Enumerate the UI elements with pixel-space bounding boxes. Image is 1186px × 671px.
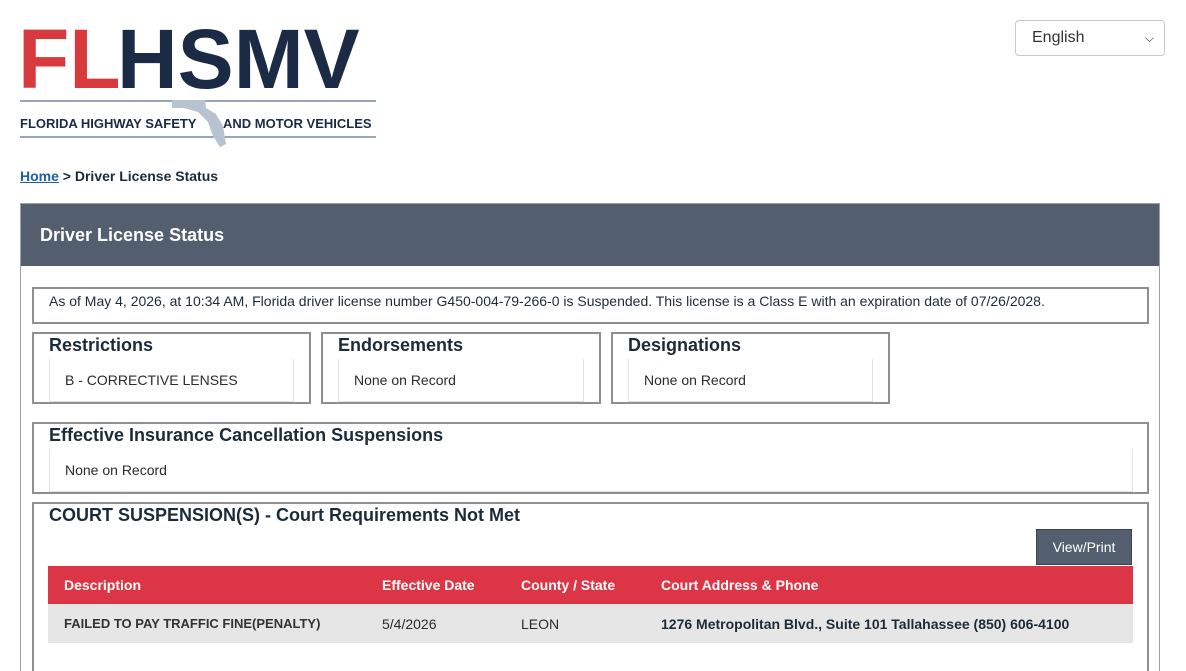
column-header-court-address: Court Address & Phone (661, 577, 819, 593)
chevron-down-icon: ⌵ (1144, 30, 1154, 45)
column-header-description: Description (64, 577, 142, 593)
endorsements-value: None on Record (338, 359, 584, 402)
language-value: English (1032, 29, 1085, 46)
endorsements-card: Endorsements None on Record (321, 332, 601, 404)
column-header-effective-date: Effective Date (382, 577, 475, 593)
svg-text:AND MOTOR VEHICLES: AND MOTOR VEHICLES (223, 116, 372, 131)
designations-title: Designations (628, 335, 742, 355)
table-header: Description Effective Date County / Stat… (48, 566, 1133, 604)
court-suspensions-table: Description Effective Date County / Stat… (48, 566, 1133, 643)
restrictions-title: Restrictions (49, 335, 154, 355)
language-select[interactable]: English ⌵ (1015, 20, 1165, 56)
svg-text:FLORIDA HIGHWAY SAFETY: FLORIDA HIGHWAY SAFETY (20, 116, 197, 131)
insurance-suspensions-value: None on Record (49, 449, 1133, 492)
breadcrumb: Home > Driver License Status (20, 168, 218, 184)
row-description: FAILED TO PAY TRAFFIC FINE(PENALTY) (64, 616, 321, 631)
row-county: LEON (521, 615, 560, 632)
endorsements-title: Endorsements (338, 335, 464, 355)
breadcrumb-home-link[interactable]: Home (20, 168, 59, 184)
breadcrumb-separator: > (62, 168, 71, 184)
designations-value: None on Record (628, 359, 873, 402)
court-suspensions-title: COURT SUSPENSION(S) - Court Requirements… (49, 505, 521, 525)
designations-card: Designations None on Record (611, 332, 890, 404)
breadcrumb-current: Driver License Status (74, 168, 219, 184)
panel-title: Driver License Status (21, 204, 1159, 266)
restrictions-value: B - CORRECTIVE LENSES (49, 359, 294, 402)
column-header-county-state: County / State (521, 577, 616, 593)
license-status-summary: As of May 4, 2026, at 10:34 AM, Florida … (32, 287, 1149, 324)
svg-text:FL: FL (20, 22, 121, 106)
restrictions-card: Restrictions B - CORRECTIVE LENSES (32, 332, 311, 404)
view-print-button[interactable]: View/Print (1036, 529, 1132, 565)
row-effective-date: 5/4/2026 (382, 615, 437, 632)
flhsmv-logo[interactable]: FL HSMV FLORIDA HIGHWAY SAFETY AND MOTOR… (20, 22, 380, 150)
table-row: FAILED TO PAY TRAFFIC FINE(PENALTY) 5/4/… (48, 604, 1133, 643)
insurance-suspensions-title: Effective Insurance Cancellation Suspens… (49, 425, 444, 445)
svg-text:HSMV: HSMV (117, 22, 360, 106)
row-court-address: 1276 Metropolitan Blvd., Suite 101 Talla… (661, 615, 1070, 632)
license-status-panel: Driver License Status As of May 4, 2026,… (20, 203, 1160, 671)
insurance-suspensions-card: Effective Insurance Cancellation Suspens… (32, 422, 1149, 494)
